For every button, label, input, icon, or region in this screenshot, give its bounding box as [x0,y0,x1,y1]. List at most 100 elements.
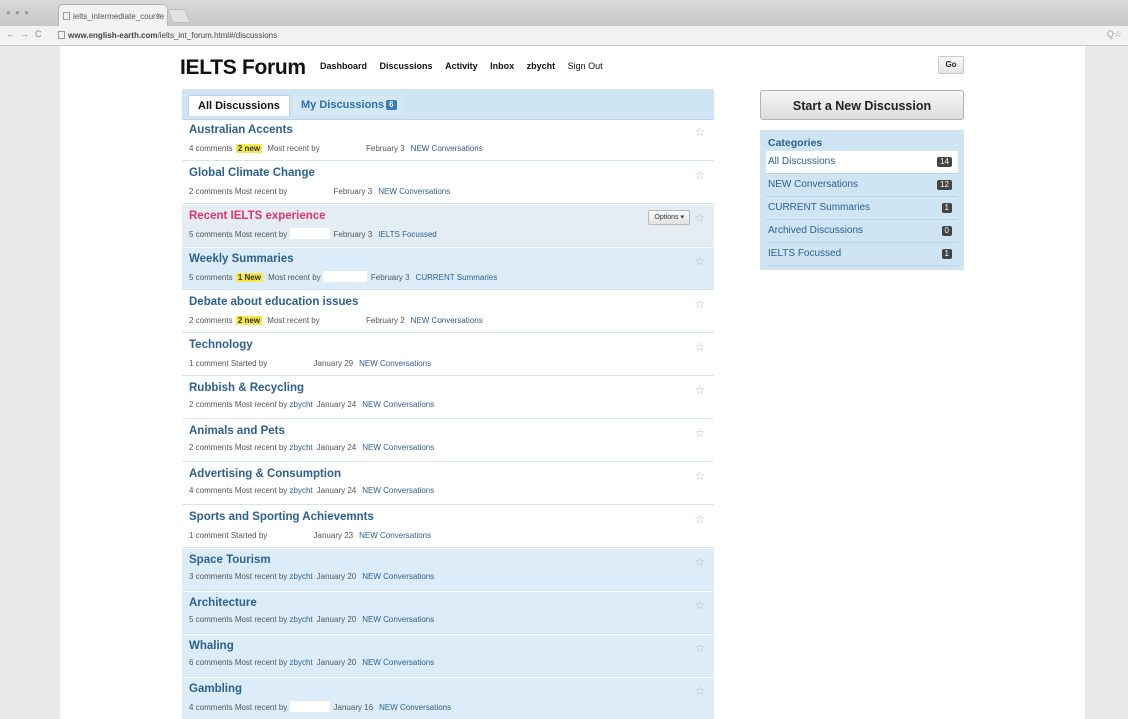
site-logo[interactable]: IELTS Forum [180,56,306,80]
category-link[interactable]: NEW Conversations [362,486,434,495]
browser-tab[interactable]: ielts_intermediate_course × [58,4,168,26]
comment-count: 6 comments [189,658,233,667]
discussion-row[interactable]: Debate about education issues 2 comments … [182,291,714,333]
discussion-row[interactable]: Technology 1 comment Started by January 2… [182,334,714,376]
page-icon [63,12,70,20]
nav-activity[interactable]: Activity [445,61,478,71]
user-link[interactable]: zbycht [290,658,313,667]
category-link[interactable]: NEW Conversations [411,144,483,153]
tab-my-discussions[interactable]: My Discussions 6 [293,95,405,115]
post-date: January 20 [316,658,357,667]
category-link[interactable]: NEW Conversations [359,531,431,540]
category-item[interactable]: CURRENT Summaries 1 [766,197,958,220]
bookmark-icon[interactable]: Q☆ [1107,29,1122,40]
bookmark-star-icon[interactable]: ☆ [694,297,705,311]
user-link[interactable]: zbycht [290,443,313,452]
bookmark-star-icon[interactable]: ☆ [694,641,705,655]
discussion-title[interactable]: Global Climate Change [189,167,315,179]
discussion-row[interactable]: Recent IELTS experience 5 comments Most r… [182,205,714,247]
category-link[interactable]: NEW Conversations [362,658,434,667]
user-link[interactable]: zbycht [290,486,313,495]
category-link[interactable]: NEW Conversations [359,359,431,368]
category-label: Archived Discussions [768,225,864,236]
bookmark-star-icon[interactable]: ☆ [694,383,705,397]
start-new-discussion-button[interactable]: Start a New Discussion [760,90,964,120]
bookmark-star-icon[interactable]: ☆ [694,512,705,526]
nav-discussions[interactable]: Discussions [380,61,433,71]
reload-icon[interactable]: C [35,29,42,39]
bookmark-star-icon[interactable]: ☆ [694,254,705,268]
bookmark-star-icon[interactable]: ☆ [694,684,705,698]
options-dropdown[interactable]: Options ▾ [648,210,690,225]
discussion-row[interactable]: Whaling 6 comments Most recent by zbycht J… [182,635,714,677]
nav-inbox[interactable]: Inbox [490,61,514,71]
bookmark-star-icon[interactable]: ☆ [694,469,705,483]
category-link[interactable]: NEW Conversations [362,443,434,452]
close-tab-icon[interactable]: × [156,11,161,20]
address-bar[interactable]: www.english-earth.com/ielts_int_forum.ht… [58,28,1098,43]
discussion-title[interactable]: Technology [189,339,253,351]
redacted-user [322,271,367,282]
discussion-row[interactable]: Weekly Summaries 5 comments 1 New Most re… [182,248,714,290]
bookmark-star-icon[interactable]: ☆ [694,555,705,569]
category-label: CURRENT Summaries [768,202,871,213]
bookmark-star-icon[interactable]: ☆ [694,340,705,354]
search-input[interactable] [757,53,937,73]
discussion-title[interactable]: Weekly Summaries [189,253,294,265]
discussion-title[interactable]: Advertising & Consumption [189,468,341,480]
discussion-row[interactable]: Advertising & Consumption 4 comments Most… [182,463,714,505]
discussion-title[interactable]: Australian Accents [189,124,293,136]
nav-sign-out[interactable]: Sign Out [568,61,603,71]
discussion-row[interactable]: Australian Accents 4 comments 2 new Most … [182,119,714,161]
category-link[interactable]: NEW Conversations [378,187,450,196]
category-link[interactable]: NEW Conversations [362,400,434,409]
tab-all-discussions[interactable]: All Discussions [188,95,290,116]
back-icon[interactable]: ← [6,29,15,39]
new-tab-button[interactable] [167,9,191,23]
category-item[interactable]: Archived Discussions 0 [766,220,958,243]
category-link[interactable]: IELTS Focussed [378,230,437,239]
discussion-panel: All Discussions My Discussions 6 Australi… [182,89,714,719]
category-item[interactable]: NEW Conversations 12 [766,174,958,197]
discussion-row[interactable]: Rubbish & Recycling 2 comments Most recen… [182,377,714,419]
discussion-row[interactable]: Gambling 4 comments Most recent by Januar… [182,678,714,719]
recent-by: Most recent by [234,615,288,624]
discussion-title[interactable]: Animals and Pets [189,425,285,437]
discussion-row[interactable]: Global Climate Change 2 comments Most rec… [182,162,714,204]
discussion-row[interactable]: Sports and Sporting Achievemnts 1 comment… [182,506,714,548]
user-link[interactable]: zbycht [290,400,313,409]
discussion-title[interactable]: Whaling [189,640,234,652]
discussion-title[interactable]: Sports and Sporting Achievemnts [189,511,374,523]
discussion-title[interactable]: Recent IELTS experience [189,210,326,222]
bookmark-star-icon[interactable]: ☆ [694,211,705,225]
category-link[interactable]: NEW Conversations [411,316,483,325]
category-item[interactable]: All Discussions 14 [766,151,958,174]
discussion-title[interactable]: Space Tourism [189,554,271,566]
discussion-title[interactable]: Rubbish & Recycling [189,382,304,394]
nav-dashboard[interactable]: Dashboard [320,61,367,71]
category-count: 14 [937,157,952,167]
user-link[interactable]: zbycht [290,572,313,581]
category-link[interactable]: CURRENT Summaries [416,273,498,282]
forward-icon[interactable]: → [20,29,29,39]
search-go-button[interactable]: Go [938,56,964,74]
bookmark-star-icon[interactable]: ☆ [694,598,705,612]
category-link[interactable]: NEW Conversations [379,703,451,712]
discussion-row[interactable]: Space Tourism 3 comments Most recent by z… [182,549,714,591]
count-badge: 6 [386,100,397,110]
category-link[interactable]: NEW Conversations [362,615,434,624]
bookmark-star-icon[interactable]: ☆ [694,125,705,139]
discussion-title[interactable]: Debate about education issues [189,296,358,308]
discussion-title[interactable]: Architecture [189,597,257,609]
discussion-row[interactable]: Architecture 5 comments Most recent by zb… [182,592,714,634]
category-item[interactable]: IELTS Focussed 1 [766,243,958,266]
discussion-row[interactable]: Animals and Pets 2 comments Most recent b… [182,420,714,462]
category-link[interactable]: NEW Conversations [362,572,434,581]
browser-tab-title: ielts_intermediate_course [73,12,165,21]
bookmark-star-icon[interactable]: ☆ [694,426,705,440]
user-link[interactable]: zbycht [290,615,313,624]
nav-profile[interactable]: zbycht [527,61,556,71]
window-controls[interactable]: ● ● ● [6,8,30,17]
discussion-title[interactable]: Gambling [189,683,242,695]
bookmark-star-icon[interactable]: ☆ [694,168,705,182]
